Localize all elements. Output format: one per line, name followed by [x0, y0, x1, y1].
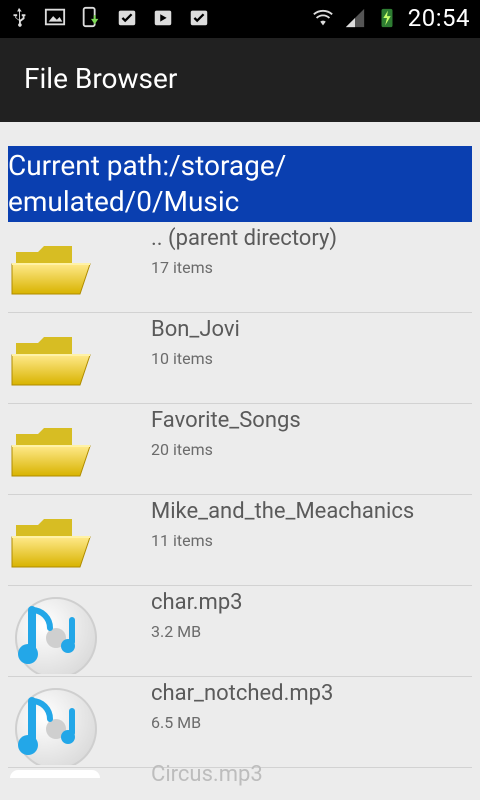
list-item-favorite-songs[interactable]: Favorite_Songs 20 items [8, 404, 472, 495]
item-meta: 17 items [151, 258, 213, 277]
system-icons: 20:54 [312, 4, 470, 32]
item-meta: 20 items [151, 440, 213, 459]
folder-icon [10, 503, 102, 583]
list-item-char-mp3[interactable]: char.mp3 3.2 MB [8, 586, 472, 679]
item-name: char.mp3 [151, 590, 243, 615]
folder-icon [10, 230, 102, 310]
item-meta: 10 items [151, 349, 213, 368]
item-meta: 11 items [151, 531, 213, 550]
status-time: 20:54 [407, 4, 470, 32]
signal-icon [344, 7, 366, 29]
folder-icon [10, 321, 102, 401]
music-file-icon [10, 594, 102, 679]
file-list: .. (parent directory) 17 items Bon_Jovi … [8, 222, 472, 800]
item-name: Bon_Jovi [151, 317, 240, 342]
video-clipboard-icon [152, 6, 174, 28]
usb-icon [8, 6, 30, 28]
action-bar: File Browser [0, 38, 480, 122]
list-item-char-notched-mp3[interactable]: char_notched.mp3 6.5 MB [8, 677, 472, 770]
item-name: Mike_and_the_Meachanics [151, 499, 415, 524]
list-item-partial[interactable]: Circus.mp3 [8, 762, 472, 800]
item-name: Circus.mp3 [151, 762, 263, 787]
item-name: Favorite_Songs [151, 408, 301, 433]
item-name: char_notched.mp3 [151, 681, 334, 706]
image-icon [44, 6, 66, 28]
app-title: File Browser [24, 62, 178, 95]
wifi-icon [312, 7, 334, 29]
clipboard-check-icon [188, 6, 210, 28]
current-path: Current path:/storage/ emulated/0/Music [8, 146, 472, 222]
list-item-parent-directory[interactable]: .. (parent directory) 17 items [8, 222, 472, 313]
item-name: .. (parent directory) [151, 226, 338, 251]
folder-icon [10, 412, 102, 492]
music-file-icon [10, 770, 100, 778]
item-meta: 3.2 MB [151, 622, 202, 641]
battery-charging-icon [376, 7, 398, 29]
clipboard-check-icon [116, 6, 138, 28]
music-file-icon [10, 685, 102, 770]
list-item-bon-jovi[interactable]: Bon_Jovi 10 items [8, 313, 472, 404]
list-item-mike-and-the-meachanics[interactable]: Mike_and_the_Meachanics 11 items [8, 495, 472, 586]
phone-update-icon [80, 6, 102, 28]
notification-icons [8, 6, 210, 28]
file-browser-content: Current path:/storage/ emulated/0/Music [0, 122, 480, 800]
item-meta: 6.5 MB [151, 713, 202, 732]
status-bar: 20:54 [0, 0, 480, 38]
